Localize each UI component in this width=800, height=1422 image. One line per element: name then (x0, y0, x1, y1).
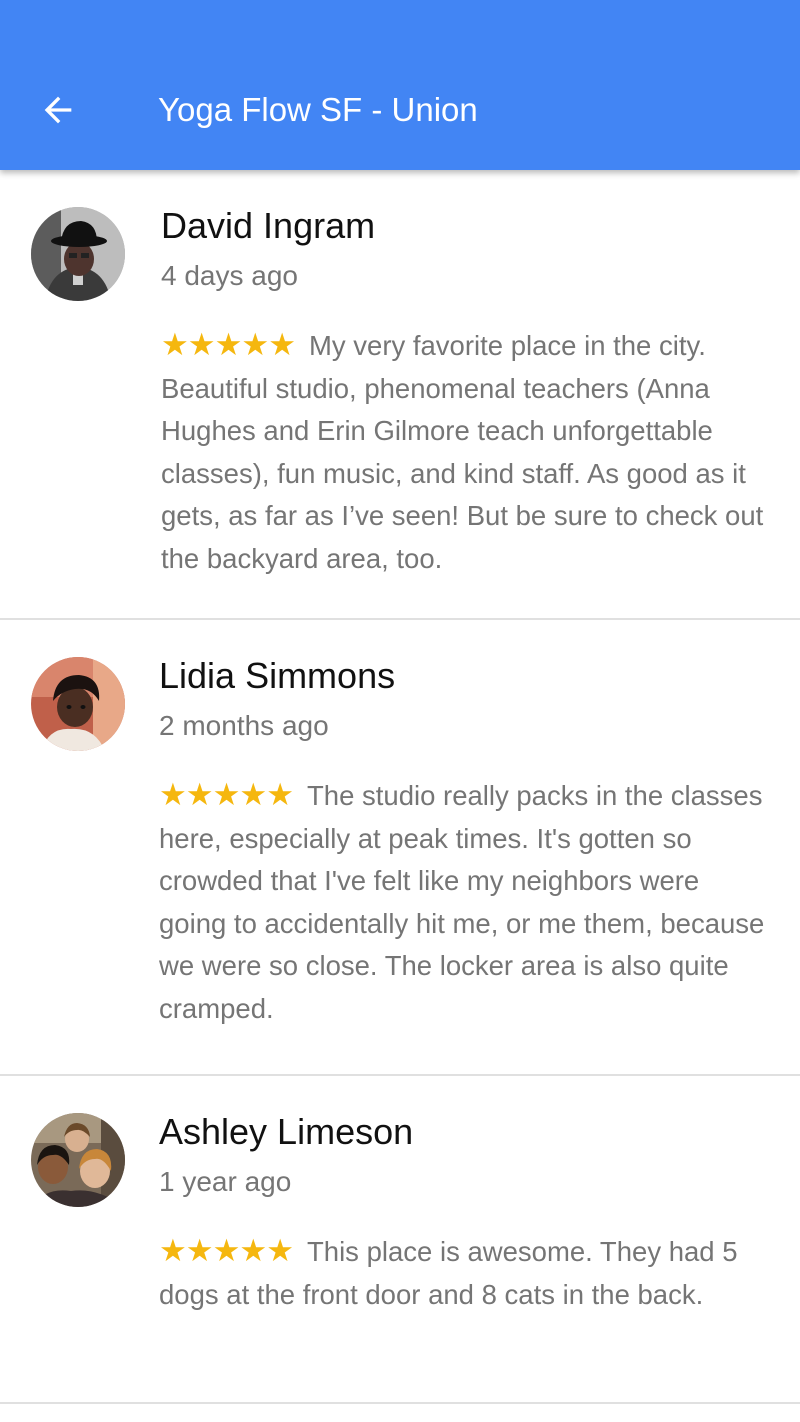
review-text: The studio really packs in the classes h… (159, 780, 765, 1024)
review-time: 4 days ago (161, 260, 298, 291)
star-icon: ★ (241, 327, 269, 363)
page-title: Yoga Flow SF - Union (158, 91, 478, 128)
star-icon: ★ (266, 1233, 294, 1269)
review-time: 1 year ago (159, 1166, 292, 1197)
star-icon: ★ (214, 327, 243, 363)
star-rating: ★★★★★ (159, 774, 294, 817)
star-icon: ★ (266, 777, 294, 813)
star-icon: ★ (212, 777, 241, 813)
review-list: David Ingram 4 days ago ★★★★★ My very fa… (0, 170, 800, 1404)
reviewer-name: Lidia Simmons (159, 655, 396, 696)
review-body: ★★★★★ My very favorite place in the city… (161, 324, 773, 580)
star-rating: ★★★★★ (159, 1230, 294, 1273)
review-body: ★★★★★ The studio really packs in the cla… (159, 774, 771, 1030)
review-text: My very favorite place in the city. Beau… (161, 330, 764, 574)
star-icon: ★ (159, 1233, 187, 1269)
star-icon: ★ (268, 327, 296, 363)
star-icon: ★ (239, 777, 267, 813)
star-icon: ★ (239, 1233, 267, 1269)
star-icon: ★ (212, 1233, 241, 1269)
avatar[interactable] (31, 1113, 125, 1207)
review-item[interactable]: Ashley Limeson 1 year ago ★★★★★ This pla… (0, 1076, 800, 1404)
app-bar: Yoga Flow SF - Union (0, 0, 800, 170)
review-item[interactable]: David Ingram 4 days ago ★★★★★ My very fa… (0, 170, 800, 620)
star-icon: ★ (185, 777, 214, 813)
reviewer-name: David Ingram (161, 205, 376, 246)
star-icon: ★ (161, 327, 189, 363)
avatar[interactable] (31, 657, 125, 751)
review-body: ★★★★★ This place is awesome. They had 5 … (159, 1230, 771, 1316)
star-icon: ★ (187, 327, 216, 363)
back-button[interactable] (22, 74, 94, 146)
arrow-left-icon (44, 96, 72, 124)
avatar[interactable] (31, 207, 125, 301)
star-icon: ★ (159, 777, 187, 813)
reviewer-name: Ashley Limeson (159, 1111, 414, 1152)
review-item[interactable]: Lidia Simmons 2 months ago ★★★★★ The stu… (0, 620, 800, 1076)
star-icon: ★ (185, 1233, 214, 1269)
star-rating: ★★★★★ (161, 324, 296, 367)
review-time: 2 months ago (159, 710, 329, 741)
